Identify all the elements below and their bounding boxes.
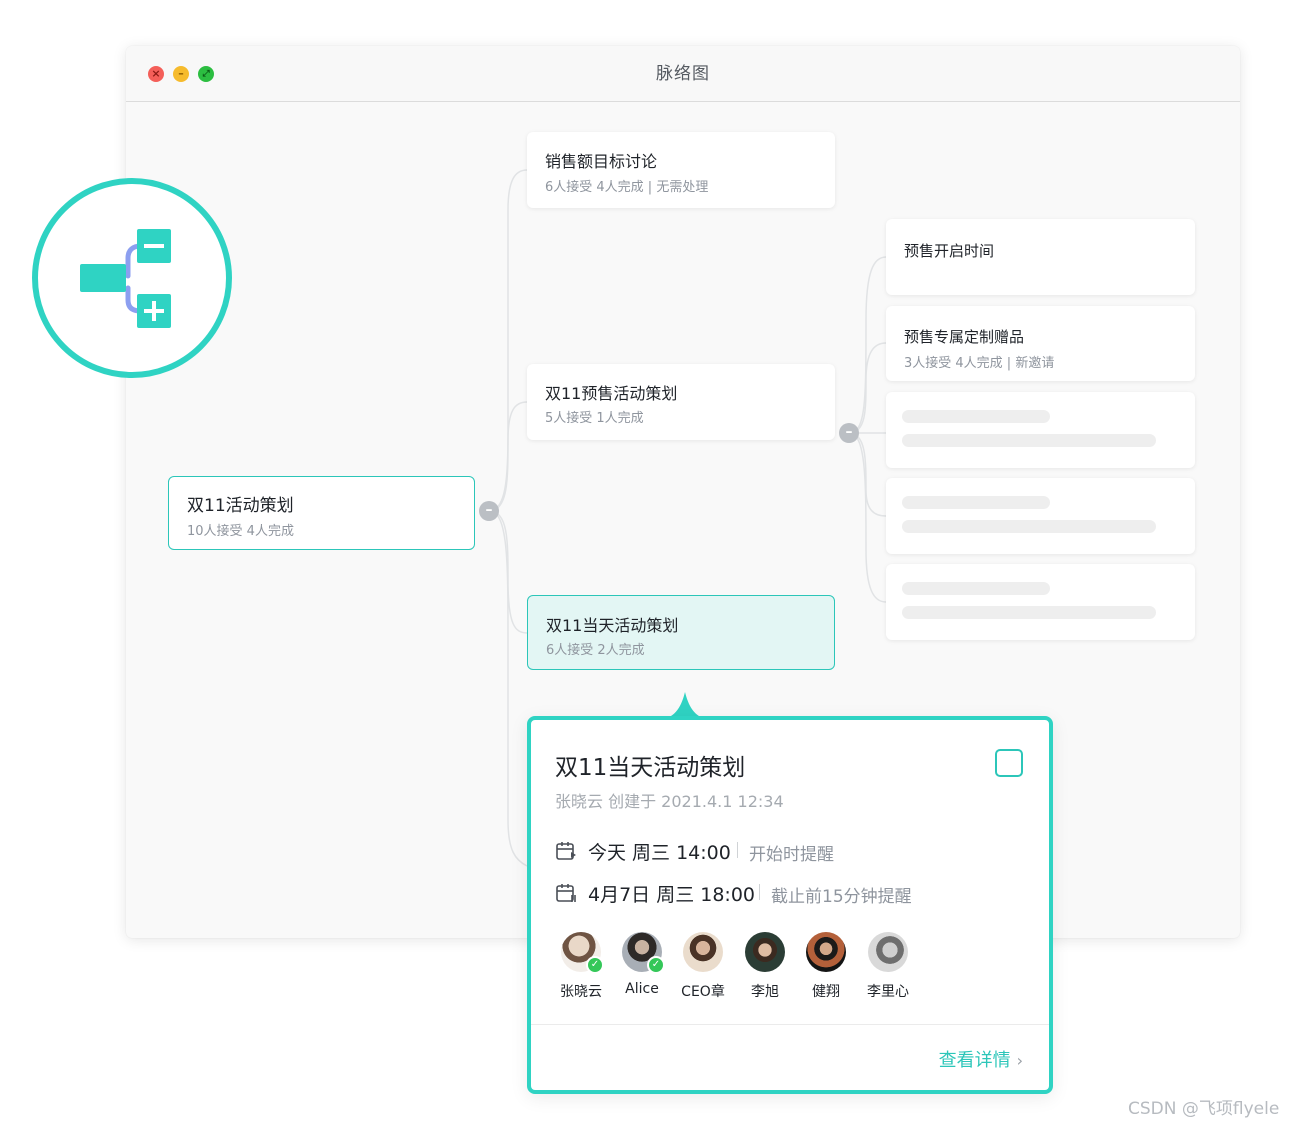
- member-item[interactable]: 健翔: [795, 932, 857, 1004]
- task-detail-popup: 双11当天活动策划 张晓云 创建于 2021.4.1 12:34 今天 周三 1…: [527, 716, 1053, 1094]
- mindmap-node-day-of-plan[interactable]: 双11当天活动策划 6人接受 2人完成: [527, 595, 835, 670]
- calendar-end-icon: [556, 884, 576, 902]
- placeholder-bar: [902, 410, 1050, 423]
- start-time: 今天 周三 14:00: [588, 842, 731, 864]
- member-item[interactable]: 李旭: [734, 932, 796, 1004]
- mindmap-node-presale-plan[interactable]: 双11预售活动策划 5人接受 1人完成: [527, 364, 835, 440]
- member-name: 健翔: [812, 984, 840, 1000]
- avatar: [683, 932, 723, 972]
- member-name: 李里心: [867, 984, 909, 1000]
- divider: [759, 884, 760, 900]
- calendar-start-icon: [556, 842, 576, 860]
- placeholder-bar: [902, 606, 1156, 619]
- member-item[interactable]: ✓ Alice: [611, 932, 673, 1004]
- node-title: 双11预售活动策划: [545, 384, 678, 403]
- member-list: ✓ 张晓云 ✓ Alice CEO章 李旭 健翔 李里心: [531, 932, 1049, 1004]
- node-title: 双11活动策划: [187, 496, 294, 516]
- node-meta: 6人接受 2人完成: [546, 643, 645, 658]
- done-check-icon: ✓: [647, 956, 665, 974]
- start-reminder: 开始时提醒: [749, 845, 834, 865]
- collapse-icon[interactable]: –: [479, 501, 499, 521]
- task-complete-checkbox[interactable]: [995, 749, 1023, 777]
- avatar: [868, 932, 908, 972]
- node-title: 预售专属定制赠品: [904, 328, 1025, 346]
- placeholder-bar: [902, 582, 1050, 595]
- avatar: [745, 932, 785, 972]
- mindmap-logo-graphic: [80, 229, 171, 328]
- view-details-link[interactable]: 查看详情 ›: [939, 1046, 1023, 1072]
- node-meta: 5人接受 1人完成: [545, 411, 644, 426]
- connector-b2-ph3: [848, 432, 887, 603]
- connector-b2-c1: [848, 256, 887, 434]
- end-time: 4月7日 周三 18:00: [588, 884, 756, 906]
- member-item[interactable]: CEO章: [672, 932, 734, 1004]
- end-reminder: 截止前15分钟提醒: [771, 887, 912, 907]
- placeholder-bar: [902, 520, 1156, 533]
- mindmap-node-presale-start-time[interactable]: 预售开启时间: [886, 219, 1195, 295]
- placeholder-bar: [902, 434, 1156, 447]
- member-item[interactable]: 李里心: [857, 932, 919, 1004]
- node-title: 销售额目标讨论: [545, 152, 658, 171]
- watermark: CSDN @飞项flyele: [1128, 1099, 1280, 1119]
- placeholder-node: [886, 564, 1195, 640]
- divider: [531, 1024, 1049, 1025]
- connector-b2-c2: [848, 342, 887, 434]
- task-title: 双11当天活动策划: [555, 755, 746, 781]
- avatar: [806, 932, 846, 972]
- member-name: CEO章: [681, 984, 725, 1000]
- member-item[interactable]: ✓ 张晓云: [550, 932, 612, 1004]
- node-title: 预售开启时间: [904, 242, 995, 260]
- member-name: Alice: [625, 981, 659, 997]
- member-name: 李旭: [751, 984, 779, 1000]
- view-details-label: 查看详情: [938, 1050, 1011, 1071]
- node-meta: 3人接受 4人完成 | 新邀请: [904, 356, 1055, 371]
- mindmap-root-node[interactable]: 双11活动策划 10人接受 4人完成: [168, 476, 475, 550]
- node-meta: 6人接受 4人完成 | 无需处理: [545, 180, 709, 195]
- mindmap-node-presale-gift[interactable]: 预售专属定制赠品 3人接受 4人完成 | 新邀请: [886, 306, 1195, 381]
- chevron-right-icon: ›: [1016, 1051, 1023, 1070]
- member-name: 张晓云: [560, 984, 602, 1000]
- connector-b2-ph2: [848, 432, 887, 517]
- mindmap-node-sales-target[interactable]: 销售额目标讨论 6人接受 4人完成 | 无需处理: [527, 132, 835, 208]
- placeholder-node: [886, 478, 1195, 554]
- divider: [737, 842, 738, 858]
- done-check-icon: ✓: [586, 956, 604, 974]
- placeholder-node: [886, 392, 1195, 468]
- node-title: 双11当天活动策划: [546, 616, 679, 635]
- collapse-icon[interactable]: –: [839, 423, 859, 443]
- placeholder-bar: [902, 496, 1050, 509]
- node-meta: 10人接受 4人完成: [187, 524, 294, 539]
- task-creator: 张晓云 创建于 2021.4.1 12:34: [555, 792, 784, 811]
- mindmap-logo-icon: [32, 178, 232, 378]
